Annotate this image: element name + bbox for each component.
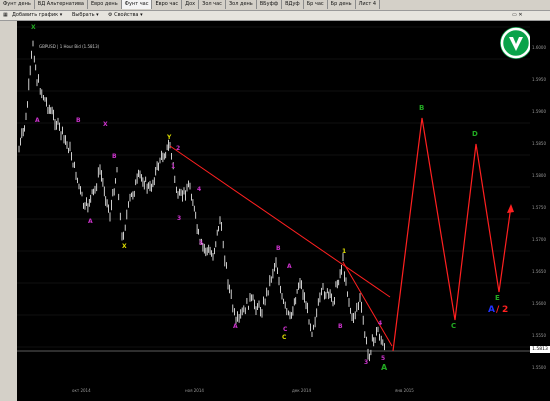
x-tick: янв 2015 [395,388,414,393]
y-tick: 1.6000 [532,45,546,50]
wave-label: 3 [364,359,369,366]
wave-label: 1 [171,163,176,170]
x-tick: окт 2014 [72,388,91,393]
window-controls[interactable]: ▭ ✕ [512,11,523,20]
wave-label: A [88,218,93,225]
y-tick: 1.5650 [532,269,546,274]
y-tick: 1.5600 [532,301,546,306]
projection-arrow-head [507,204,514,213]
wave-label: B [112,153,117,160]
wave-label: B [276,245,281,252]
left-drawing-strip [0,21,18,401]
wave-label: C [283,326,288,333]
wave-label: A [233,323,238,330]
wave-label: C [282,334,287,341]
chart-icon: ▦ [3,12,8,18]
y-tick: 1.5950 [532,77,546,82]
trend-line-upper [169,145,391,298]
y-tick: 1.5700 [532,237,546,242]
projection-label-c: C [451,322,457,330]
trend-line-lower [342,261,393,347]
wave-label: A [287,263,292,270]
y-tick: 1.5500 [532,365,546,370]
y-tick: 1.5800 [532,173,546,178]
wave-label: 5 [199,240,204,247]
wave-label: X [31,24,36,31]
wave-label: 5 [381,355,386,362]
add-chart-label: Добавить график [12,12,59,18]
scenario-slash: / [496,305,500,315]
wave-label: B [76,117,81,124]
wave-label: A [35,117,40,124]
chart-toolbar: ▦ Добавить график ▾ Выбрать ▾ ⚙ Свойства… [0,11,550,21]
tab-9[interactable]: ВДуф [282,0,304,9]
select-label: Выбрать [72,12,95,18]
tab-3[interactable]: Фунт час [121,0,153,9]
y-tick: 1.5550 [532,333,546,338]
wave-label: 2 [176,145,181,152]
tab-12[interactable]: Лист 4 [356,0,381,9]
tab-11[interactable]: Бр день [328,0,356,9]
tab-0[interactable]: Фунт день [0,0,35,9]
wave-label: A [381,363,388,372]
projection-label-b: B [419,104,425,112]
y-tick: 1.5750 [532,205,546,210]
x-tick: дек 2014 [292,388,312,393]
logo-mark-icon [500,27,532,59]
tab-8[interactable]: ВБуфф [257,0,283,9]
tab-10[interactable]: Бр час [304,0,328,9]
wave-label: X [122,243,127,250]
properties-label: Свойства [114,12,139,18]
scenario-number: 2 [502,305,509,315]
y-tick: 1.5850 [532,141,546,146]
wave-label: 1 [342,248,347,255]
x-tick: ноя 2014 [185,388,204,393]
time-scale[interactable]: окт 2014 ноя 2014 дек 2014 янв 2015 [17,383,550,401]
tab-4[interactable]: Евро час [152,0,183,9]
tab-2[interactable]: Евро день [88,0,122,9]
price-scale[interactable]: 1.6000 1.5950 1.5900 1.5850 1.5800 1.575… [530,21,550,383]
tab-5[interactable]: Дох [182,0,200,9]
tab-6[interactable]: Зол час [199,0,226,9]
projection-label-e: E [495,294,500,302]
wave-label: X [103,121,108,128]
wave-label: Y [167,134,172,141]
projection-label-d: D [472,130,478,138]
price-bars [18,40,385,362]
workspace-tabs: Фунт день ВД Альтернатива Евро день Фунт… [0,0,550,11]
y-tick: 1.5900 [532,109,546,114]
properties-button[interactable]: ⚙ Свойства ▾ [108,11,143,20]
symbol-label: GBPUSD | 1 Hour Bid (1.5813) [39,44,100,49]
add-chart-button[interactable]: Добавить график ▾ [12,11,62,20]
wave-label: 4 [197,186,202,193]
projection-path [392,117,512,352]
select-button[interactable]: Выбрать ▾ [72,11,99,20]
tab-1[interactable]: ВД Альтернатива [35,0,88,9]
current-price-tag: 1.5813 [530,346,550,353]
wave-label: 3 [177,215,182,222]
brand-logo [500,27,532,59]
wave-label: B [338,323,343,330]
scenario-prefix: A [488,305,495,315]
tab-7[interactable]: Зол день [226,0,257,9]
wave-label: 4 [378,320,383,327]
